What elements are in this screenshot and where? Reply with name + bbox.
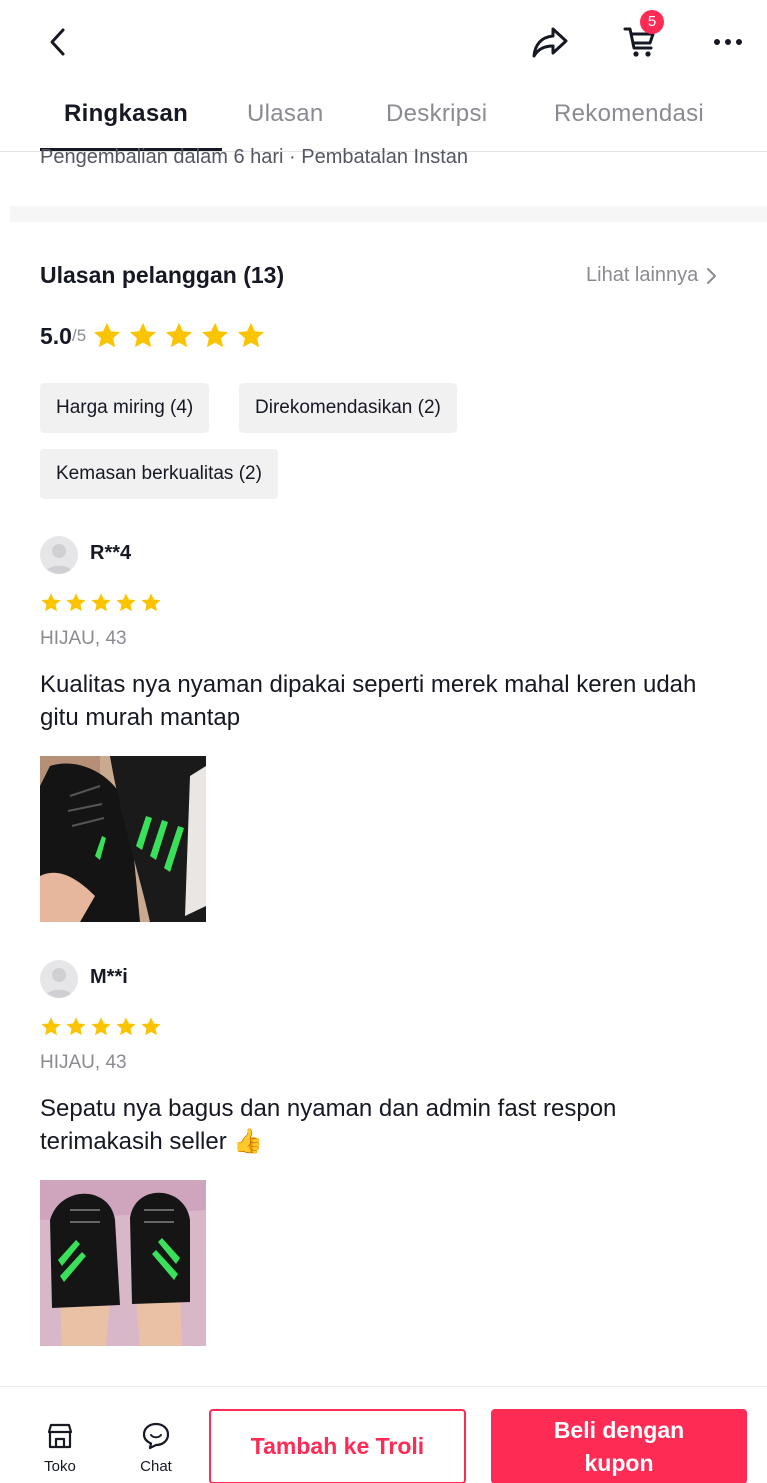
see-more-label: Lihat lainnya (586, 264, 699, 286)
default-avatar-icon (45, 968, 73, 998)
buy-button-line1: Beli dengan (553, 1417, 685, 1443)
store-icon (47, 1423, 73, 1449)
reviews-title: Ulasan pelanggan (13) (40, 262, 285, 288)
shop-label: Toko (44, 1458, 76, 1475)
default-avatar-icon (45, 544, 73, 574)
chevron-left-icon (50, 28, 65, 56)
tab-recommendations[interactable]: Rekomendasi (554, 100, 704, 128)
shoe-photo-image (40, 1180, 206, 1346)
review-photo[interactable] (40, 1180, 206, 1346)
review-tag-chip[interactable]: Kemasan berkualitas (2) (40, 449, 278, 499)
more-dot (725, 39, 731, 45)
shoe-photo-image (40, 756, 206, 922)
more-dot (714, 39, 720, 45)
see-more-link[interactable]: Lihat lainnya (586, 264, 718, 287)
more-options-button[interactable] (704, 22, 752, 62)
purchased-variant: HIJAU, 43 (40, 628, 127, 649)
buy-button-line2: kupon (584, 1450, 654, 1476)
star-icon (141, 1017, 161, 1036)
star-icon (66, 593, 86, 612)
overall-rating: 5.0 /5 (40, 318, 266, 354)
rating-value: 5.0 (40, 322, 72, 349)
tab-description[interactable]: Deskripsi (386, 100, 487, 128)
star-icon (238, 322, 265, 348)
reviewer-name: R**4 (90, 542, 132, 564)
review-text: Kualitas nya nyaman dipakai seperti mere… (40, 671, 697, 731)
star-icon (116, 593, 136, 612)
reviewer-name: M**i (90, 966, 128, 988)
back-button[interactable] (38, 22, 78, 62)
section-tabs: Ringkasan Ulasan Deskripsi Rekomendasi (0, 90, 767, 152)
bottom-action-bar: Toko Chat Tambah ke Troli Beli dengan ku… (0, 1386, 767, 1483)
shop-button[interactable]: Toko (30, 1421, 90, 1475)
star-icon (41, 593, 61, 612)
review-stars (40, 592, 162, 614)
tab-summary[interactable]: Ringkasan (64, 100, 188, 128)
star-icon (130, 322, 157, 348)
cart-count-badge: 5 (640, 10, 664, 34)
chat-bubble-icon (142, 1422, 170, 1450)
review-tag-chip[interactable]: Harga miring (4) (40, 383, 210, 433)
review-text: Sepatu nya bagus dan nyaman dan admin fa… (40, 1095, 617, 1155)
chevron-right-icon (707, 267, 717, 284)
star-icon (41, 1017, 61, 1036)
star-icon (91, 1017, 111, 1036)
star-icon (116, 1017, 136, 1036)
buy-with-coupon-button[interactable]: Beli dengan kupon (491, 1409, 747, 1483)
review-photo[interactable] (40, 756, 206, 922)
share-arrow-icon (532, 27, 568, 58)
share-button[interactable] (528, 22, 572, 62)
return-policy-text: Pengembalian dalam 6 hari · Pembatalan I… (40, 146, 469, 168)
add-to-cart-button[interactable]: Tambah ke Troli (209, 1409, 466, 1483)
star-icon (91, 593, 111, 612)
more-dot (736, 39, 742, 45)
tab-reviews[interactable]: Ulasan (247, 100, 324, 128)
review-tag-chip[interactable]: Direkomendasikan (2) (239, 383, 457, 433)
section-divider (10, 206, 767, 222)
top-bar: 5 (0, 0, 767, 86)
star-icon (94, 322, 121, 348)
purchased-variant: HIJAU, 43 (40, 1052, 127, 1073)
review-item: M**i HIJAU, 43 Sepatu nya bagus dan nyam… (40, 960, 740, 1350)
avatar (40, 536, 78, 574)
star-icon (202, 322, 229, 348)
star-icon (166, 322, 193, 348)
review-item: R**4 HIJAU, 43 Kualitas nya nyaman dipak… (40, 536, 740, 926)
star-icon (141, 593, 161, 612)
chat-label: Chat (140, 1458, 172, 1475)
overall-stars (92, 321, 266, 351)
chat-button[interactable]: Chat (126, 1421, 186, 1475)
star-icon (66, 1017, 86, 1036)
avatar (40, 960, 78, 998)
rating-max: /5 (71, 326, 87, 345)
review-stars (40, 1016, 162, 1038)
